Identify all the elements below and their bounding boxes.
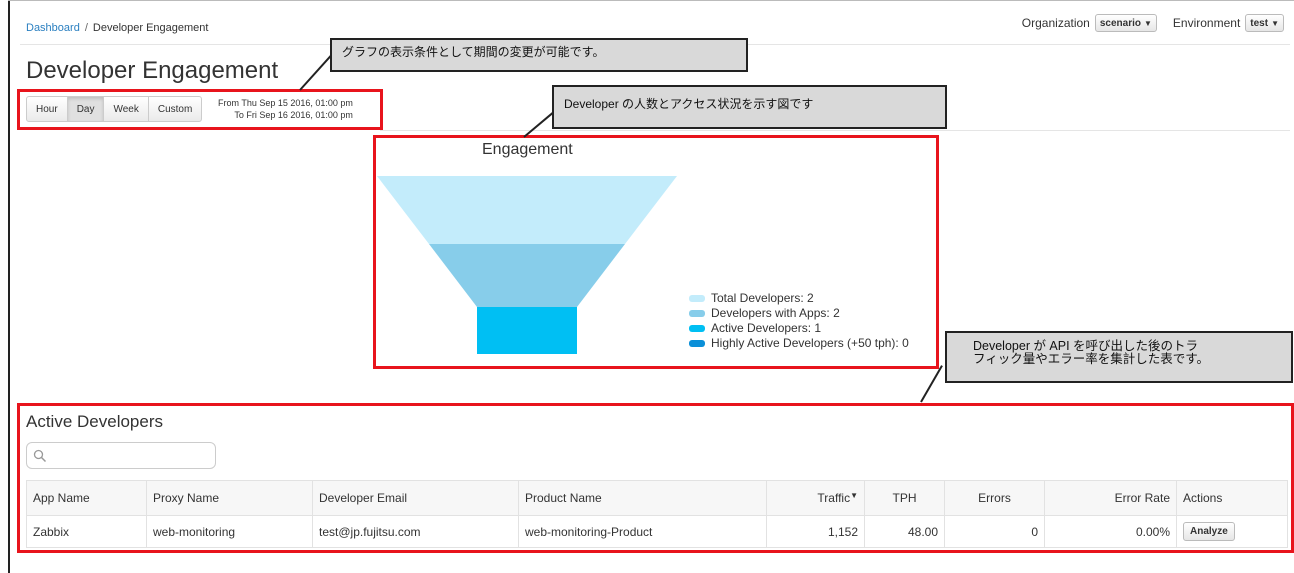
funnel-segment bbox=[429, 244, 625, 307]
legend-swatch bbox=[689, 295, 705, 302]
col-tph[interactable]: TPH bbox=[864, 480, 945, 516]
table-row: Zabbix web-monitoring test@jp.fujitsu.co… bbox=[26, 515, 1288, 548]
cell-errors: 0 bbox=[944, 515, 1045, 548]
legend-swatch bbox=[689, 340, 705, 347]
legend-item: Highly Active Developers (+50 tph): 0 bbox=[689, 336, 909, 351]
funnel-segment bbox=[477, 307, 577, 354]
chart-legend: Total Developers: 2 Developers with Apps… bbox=[689, 291, 909, 351]
cell-error-rate: 0.00% bbox=[1044, 515, 1177, 548]
col-developer-email[interactable]: Developer Email bbox=[312, 480, 519, 516]
callout-table-line2: フィック量やエラー率を集計した表です。 bbox=[973, 352, 1210, 366]
breadcrumb: Dashboard / Developer Engagement bbox=[26, 22, 208, 34]
col-actions: Actions bbox=[1176, 480, 1288, 516]
chevron-down-icon: ▼ bbox=[1271, 18, 1279, 28]
col-traffic[interactable]: Traffic▼ bbox=[766, 480, 865, 516]
legend-label: Active Developers: 1 bbox=[711, 321, 822, 335]
cell-developer-email: test@jp.fujitsu.com bbox=[312, 515, 519, 548]
table-header-row: App Name Proxy Name Developer Email Prod… bbox=[26, 480, 1288, 516]
legend-item: Developers with Apps: 2 bbox=[689, 306, 909, 321]
search-icon bbox=[33, 449, 47, 463]
legend-swatch bbox=[689, 310, 705, 317]
chart-title: Engagement bbox=[482, 141, 573, 158]
left-border bbox=[8, 0, 10, 573]
col-product-name[interactable]: Product Name bbox=[518, 480, 767, 516]
environment-value: test bbox=[1250, 17, 1269, 29]
legend-label: Total Developers: 2 bbox=[711, 291, 814, 305]
cell-tph: 48.00 bbox=[864, 515, 945, 548]
top-border bbox=[8, 0, 1294, 1]
cell-product-name: web-monitoring-Product bbox=[518, 515, 767, 548]
chart-divider bbox=[380, 130, 1290, 131]
active-developers-table: App Name Proxy Name Developer Email Prod… bbox=[26, 480, 1288, 548]
analyze-button[interactable]: Analyze bbox=[1183, 522, 1235, 541]
active-developers-title: Active Developers bbox=[26, 412, 164, 431]
sort-desc-icon: ▼ bbox=[850, 491, 858, 500]
callout-leader bbox=[920, 365, 943, 403]
legend-swatch bbox=[689, 325, 705, 332]
organization-label: Organization bbox=[1021, 16, 1090, 30]
callout-table: Developer が API を呼び出した後のトラ フィック量やエラー率を集計… bbox=[945, 331, 1293, 383]
cell-traffic: 1,152 bbox=[766, 515, 865, 548]
chevron-down-icon: ▼ bbox=[1143, 18, 1152, 28]
callout-chart: Developer の人数とアクセス状況を示す図です bbox=[552, 85, 947, 129]
callout-period: グラフの表示条件として期間の変更が可能です。 bbox=[330, 38, 748, 72]
search-input[interactable] bbox=[26, 442, 216, 469]
organization-select[interactable]: scenario ▼ bbox=[1094, 14, 1157, 32]
cell-proxy-name: web-monitoring bbox=[146, 515, 313, 548]
col-proxy-name[interactable]: Proxy Name bbox=[146, 480, 313, 516]
environment-select[interactable]: test ▼ bbox=[1245, 14, 1284, 32]
legend-item: Active Developers: 1 bbox=[689, 321, 909, 336]
legend-label: Highly Active Developers (+50 tph): 0 bbox=[711, 336, 909, 350]
callout-leader bbox=[523, 111, 554, 138]
environment-label: Environment bbox=[1172, 16, 1241, 30]
cell-actions: Analyze bbox=[1176, 515, 1288, 548]
breadcrumb-dashboard-link[interactable]: Dashboard bbox=[26, 22, 80, 34]
col-app-name[interactable]: App Name bbox=[26, 480, 147, 516]
time-range-highlight bbox=[17, 89, 383, 130]
col-error-rate[interactable]: Error Rate bbox=[1044, 480, 1177, 516]
engagement-funnel-chart bbox=[377, 176, 677, 354]
breadcrumb-separator: / bbox=[84, 22, 88, 34]
callout-leader bbox=[299, 53, 333, 91]
org-env-selectors: Organization scenario ▼ Environment test ▼ bbox=[1022, 14, 1284, 32]
page-title: Developer Engagement bbox=[26, 57, 279, 84]
legend-item: Total Developers: 2 bbox=[689, 291, 909, 306]
col-errors[interactable]: Errors bbox=[944, 480, 1045, 516]
breadcrumb-current: Developer Engagement bbox=[92, 22, 209, 34]
cell-app-name: Zabbix bbox=[26, 515, 147, 548]
funnel-segment bbox=[377, 176, 677, 244]
organization-value: scenario bbox=[1099, 17, 1141, 29]
col-traffic-label: Traffic bbox=[817, 491, 851, 505]
legend-label: Developers with Apps: 2 bbox=[711, 306, 840, 320]
